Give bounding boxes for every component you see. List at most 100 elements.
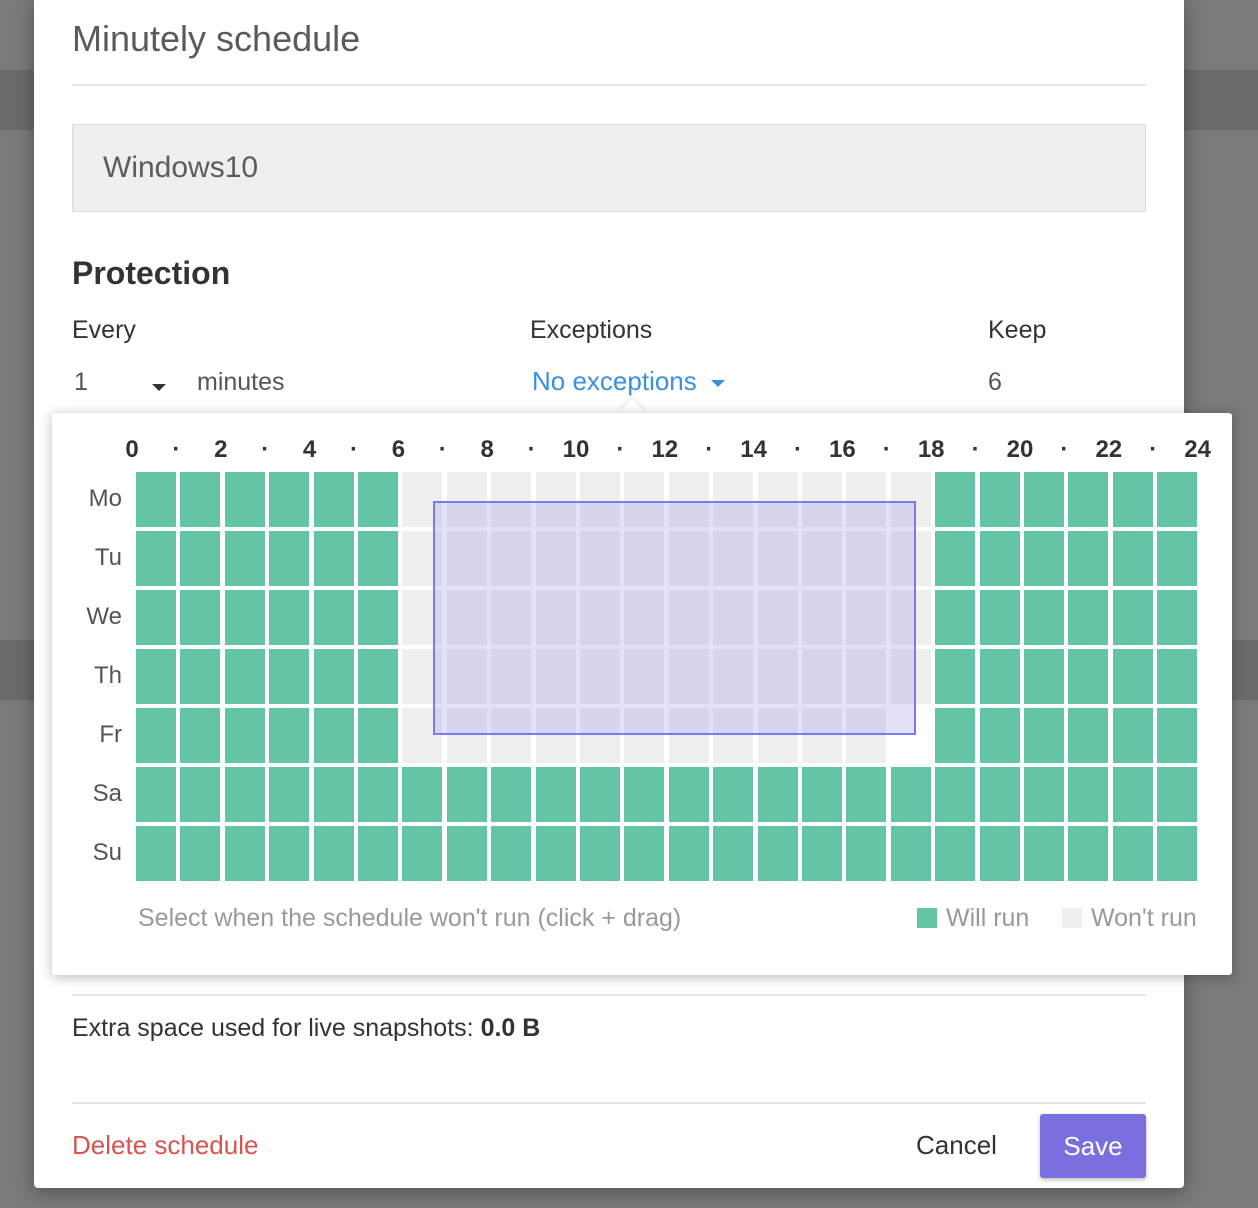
schedule-cell[interactable]	[890, 767, 931, 822]
schedule-cell[interactable]	[713, 826, 754, 881]
schedule-cell[interactable]	[802, 472, 842, 527]
schedule-cell[interactable]	[224, 767, 265, 822]
schedule-cell[interactable]	[713, 472, 754, 527]
schedule-cell[interactable]	[313, 590, 354, 645]
schedule-cell[interactable]	[269, 767, 310, 822]
schedule-cell[interactable]	[224, 826, 265, 881]
schedule-cell[interactable]	[1068, 531, 1109, 586]
schedule-cell[interactable]	[136, 826, 176, 881]
schedule-cell[interactable]	[269, 472, 310, 527]
schedule-name-field[interactable]: Windows10	[72, 124, 1146, 212]
schedule-cell[interactable]	[1068, 767, 1109, 822]
schedule-cell[interactable]	[313, 649, 354, 704]
schedule-cell[interactable]	[1112, 472, 1153, 527]
schedule-cell[interactable]	[1068, 826, 1109, 881]
schedule-cell[interactable]	[1157, 531, 1198, 586]
schedule-cell[interactable]	[535, 472, 576, 527]
schedule-cell[interactable]	[979, 708, 1020, 763]
schedule-cell[interactable]	[802, 767, 842, 822]
schedule-cell[interactable]	[180, 531, 221, 586]
schedule-cell[interactable]	[935, 531, 976, 586]
schedule-cell[interactable]	[313, 531, 354, 586]
schedule-cell[interactable]	[535, 649, 576, 704]
schedule-cell[interactable]	[224, 649, 265, 704]
schedule-cell[interactable]	[890, 708, 931, 763]
schedule-cell[interactable]	[935, 826, 976, 881]
schedule-cell[interactable]	[979, 649, 1020, 704]
schedule-cell[interactable]	[890, 590, 931, 645]
schedule-cell[interactable]	[624, 649, 665, 704]
schedule-cell[interactable]	[313, 826, 354, 881]
schedule-cell[interactable]	[580, 708, 620, 763]
schedule-cell[interactable]	[757, 708, 798, 763]
schedule-cell[interactable]	[846, 826, 887, 881]
schedule-cell[interactable]	[402, 590, 443, 645]
schedule-cell[interactable]	[624, 531, 665, 586]
schedule-cell[interactable]	[580, 531, 620, 586]
schedule-cell[interactable]	[757, 767, 798, 822]
schedule-cell[interactable]	[668, 531, 709, 586]
every-value[interactable]: 1	[74, 368, 88, 397]
schedule-cell[interactable]	[446, 767, 487, 822]
schedule-cell[interactable]	[1157, 826, 1198, 881]
schedule-cell[interactable]	[757, 531, 798, 586]
schedule-cell[interactable]	[713, 708, 754, 763]
schedule-cell[interactable]	[713, 590, 754, 645]
schedule-cell[interactable]	[402, 472, 443, 527]
schedule-cell[interactable]	[269, 826, 310, 881]
schedule-cell[interactable]	[802, 826, 842, 881]
schedule-cell[interactable]	[1024, 649, 1064, 704]
schedule-cell[interactable]	[713, 767, 754, 822]
schedule-cell[interactable]	[802, 708, 842, 763]
schedule-cell[interactable]	[446, 708, 487, 763]
schedule-cell[interactable]	[358, 472, 398, 527]
schedule-cell[interactable]	[1112, 590, 1153, 645]
schedule-cell[interactable]	[979, 767, 1020, 822]
schedule-cell[interactable]	[1024, 472, 1064, 527]
schedule-cell[interactable]	[1112, 826, 1153, 881]
schedule-cell[interactable]	[1068, 708, 1109, 763]
schedule-cell[interactable]	[802, 531, 842, 586]
schedule-cell[interactable]	[624, 590, 665, 645]
schedule-cell[interactable]	[402, 649, 443, 704]
schedule-cell[interactable]	[580, 767, 620, 822]
schedule-cell[interactable]	[224, 472, 265, 527]
delete-schedule-button[interactable]: Delete schedule	[72, 1130, 258, 1161]
schedule-cell[interactable]	[890, 649, 931, 704]
schedule-cell[interactable]	[979, 590, 1020, 645]
schedule-cell[interactable]	[402, 826, 443, 881]
schedule-cell[interactable]	[491, 767, 532, 822]
schedule-cell[interactable]	[1068, 590, 1109, 645]
schedule-cell[interactable]	[535, 531, 576, 586]
schedule-cell[interactable]	[269, 649, 310, 704]
schedule-cell[interactable]	[535, 590, 576, 645]
schedule-cell[interactable]	[1024, 531, 1064, 586]
schedule-cell[interactable]	[668, 590, 709, 645]
schedule-cell[interactable]	[358, 590, 398, 645]
schedule-cell[interactable]	[136, 472, 176, 527]
schedule-cell[interactable]	[668, 708, 709, 763]
schedule-cell[interactable]	[624, 472, 665, 527]
schedule-cell[interactable]	[136, 708, 176, 763]
schedule-cell[interactable]	[180, 767, 221, 822]
schedule-cell[interactable]	[624, 708, 665, 763]
schedule-cell[interactable]	[890, 531, 931, 586]
schedule-cell[interactable]	[180, 472, 221, 527]
schedule-cell[interactable]	[224, 590, 265, 645]
schedule-cell[interactable]	[757, 472, 798, 527]
schedule-cell[interactable]	[1157, 590, 1198, 645]
schedule-cell[interactable]	[1024, 590, 1064, 645]
every-dropdown[interactable]	[152, 372, 166, 401]
schedule-cell[interactable]	[979, 826, 1020, 881]
schedule-cell[interactable]	[446, 472, 487, 527]
schedule-cell[interactable]	[180, 649, 221, 704]
schedule-cell[interactable]	[935, 472, 976, 527]
schedule-cell[interactable]	[935, 767, 976, 822]
schedule-cell[interactable]	[802, 649, 842, 704]
schedule-cell[interactable]	[358, 826, 398, 881]
schedule-cell[interactable]	[1112, 531, 1153, 586]
schedule-cell[interactable]	[1024, 826, 1064, 881]
schedule-cell[interactable]	[935, 590, 976, 645]
schedule-cell[interactable]	[535, 708, 576, 763]
schedule-cell[interactable]	[580, 590, 620, 645]
